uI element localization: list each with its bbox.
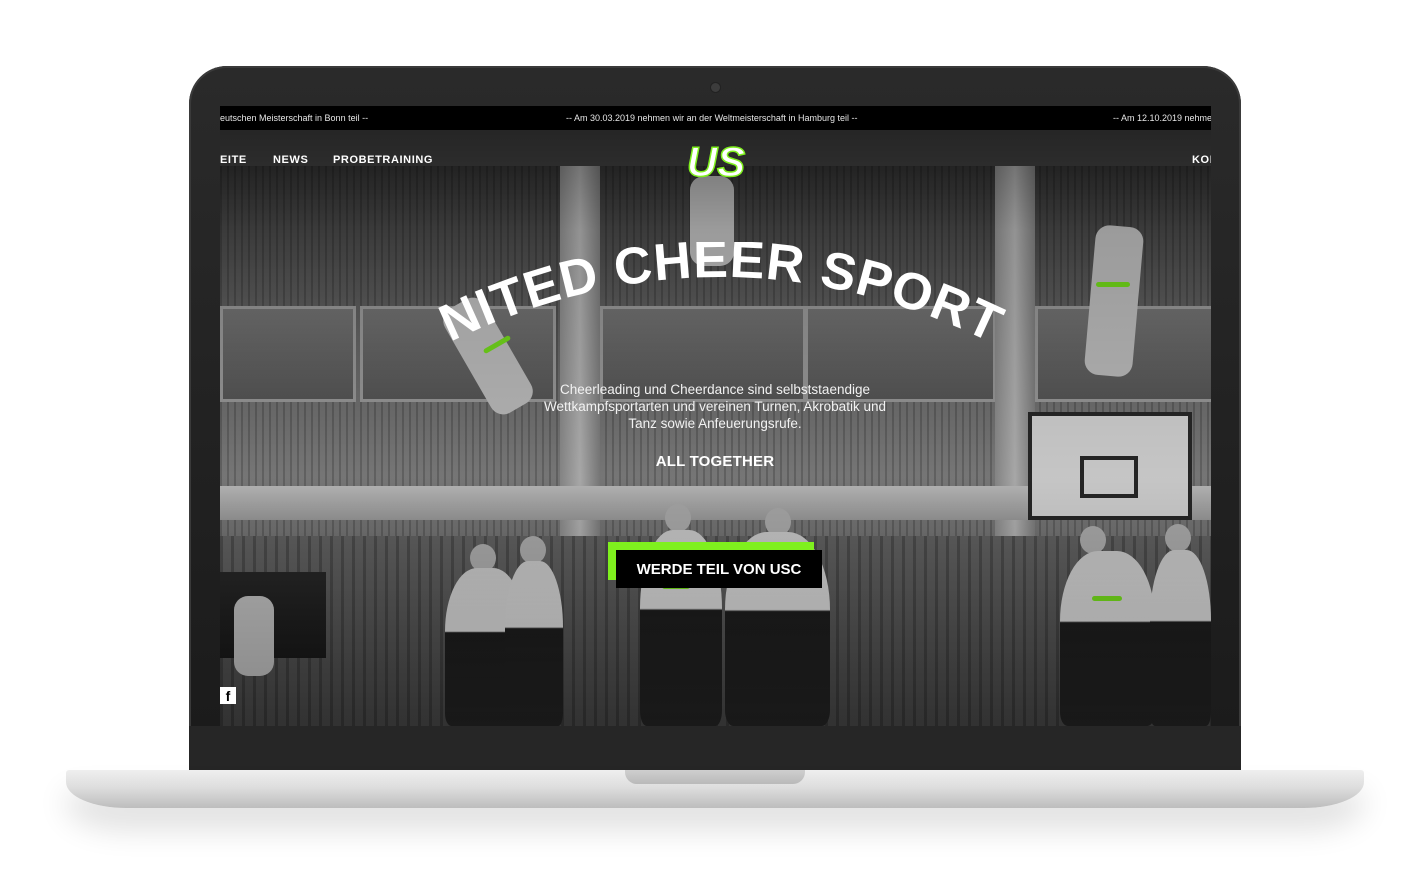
nav-item-probetraining[interactable]: PROBETRAINING xyxy=(333,154,433,166)
camera-icon xyxy=(711,83,720,92)
logo-text: US xyxy=(687,138,745,184)
hero-title: UNITED CHEER SPORTS xyxy=(425,242,1012,352)
tagline: ALL TOGETHER xyxy=(655,453,775,470)
laptop-notch xyxy=(625,770,805,784)
ticker-message: -- Am 30.03.2019 nehmen wir an der Weltm… xyxy=(566,113,858,123)
hero-title-text: UNITED CHEER SPORTS xyxy=(425,242,1011,352)
website-screen: eutschen Meisterschaft in Bonn teil -- -… xyxy=(220,106,1211,726)
nav-item-startseite[interactable]: EITE xyxy=(220,154,247,166)
svg-text:UNITED CHEER SPORTS: UNITED CHEER SPORTS xyxy=(425,242,1012,352)
laptop-bezel-bottom xyxy=(189,726,1241,772)
join-usc-button[interactable]: WERDE TEIL VON USC xyxy=(616,550,822,588)
ticker-message: eutschen Meisterschaft in Bonn teil -- xyxy=(220,113,369,123)
hero-description: Cheerleading und Cheerdance sind selbsts… xyxy=(515,381,915,432)
nav-item-kontakt[interactable]: KON xyxy=(1192,154,1211,166)
hero-description-line: Cheerleading und Cheerdance sind selbsts… xyxy=(560,382,870,397)
usc-logo[interactable]: US xyxy=(673,136,759,184)
facebook-icon[interactable]: f xyxy=(220,687,236,704)
hero-description-line: Wettkampfsportarten und vereinen Turnen,… xyxy=(544,399,886,414)
cta-container: WERDE TEIL VON USC xyxy=(608,542,826,592)
ticker-message: -- Am 12.10.2019 nehme xyxy=(1113,113,1211,123)
news-ticker: eutschen Meisterschaft in Bonn teil -- -… xyxy=(220,106,1211,130)
hero-description-line: Tanz sowie Anfeuerungsrufe. xyxy=(628,416,802,431)
nav-item-news[interactable]: NEWS xyxy=(273,154,308,166)
